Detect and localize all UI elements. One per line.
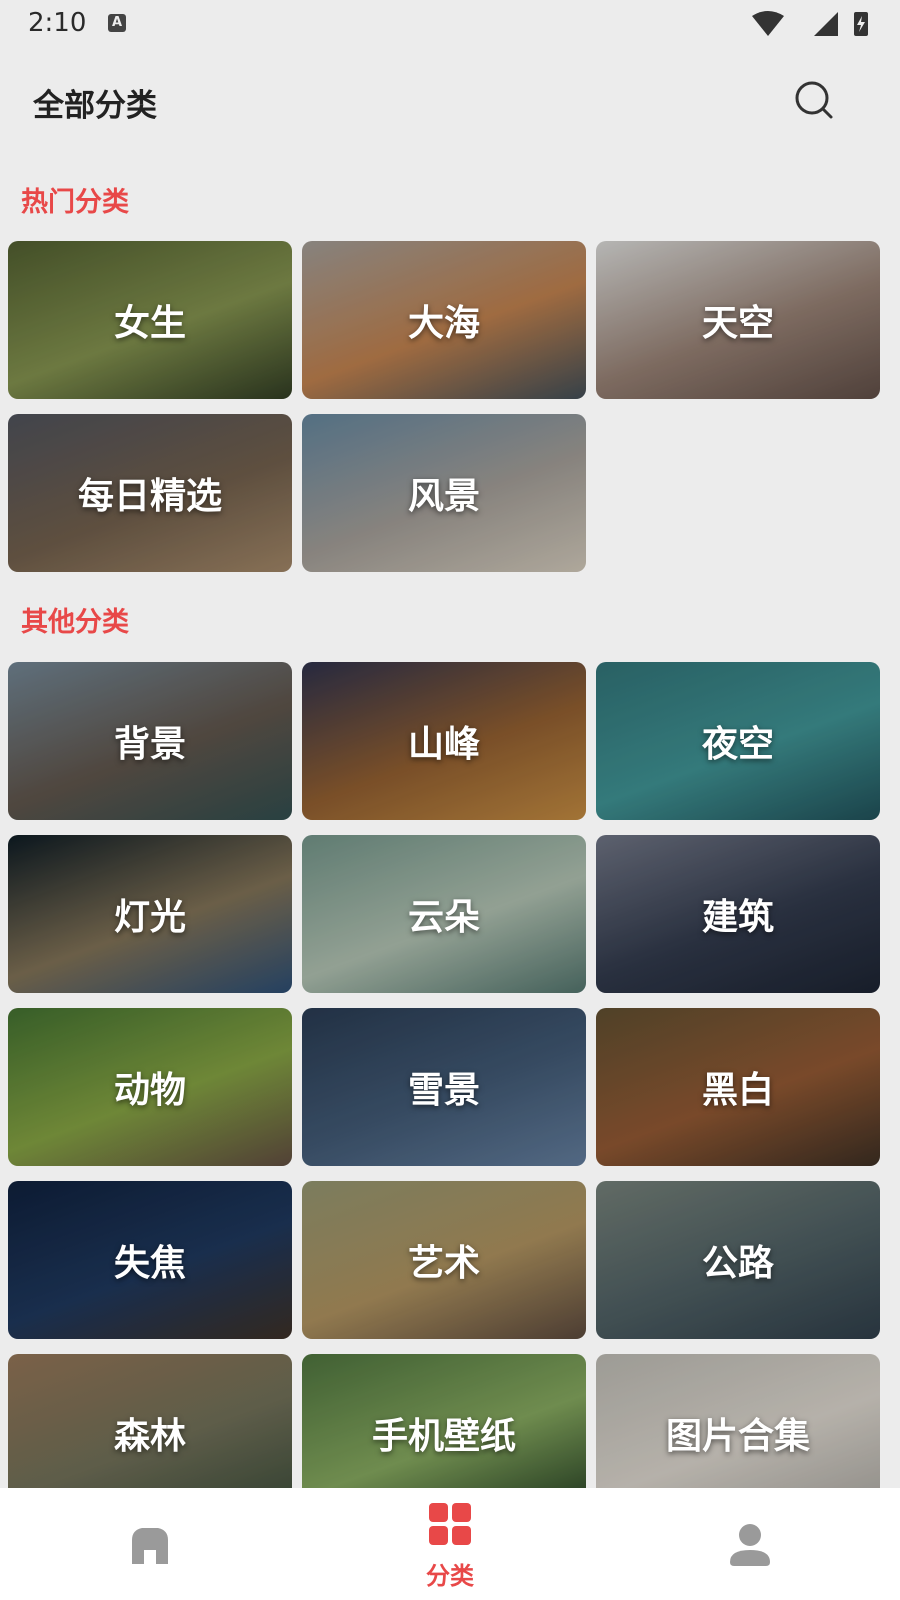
category-tile-label: 黑白 <box>701 1070 774 1111</box>
category-tile-label: 建筑 <box>701 897 774 938</box>
category-tile[interactable]: 背景 <box>8 662 292 820</box>
category-tile-label: 灯光 <box>113 897 186 938</box>
category-tile[interactable]: 灯光 <box>8 835 292 993</box>
category-tile-label: 艺术 <box>407 1243 480 1284</box>
other-section-title: 其他分类 <box>21 607 129 638</box>
category-tile[interactable]: 艺术 <box>302 1181 586 1339</box>
hot-section-title: 热门分类 <box>21 187 129 218</box>
category-tile[interactable]: 建筑 <box>596 835 880 993</box>
user-icon <box>730 1524 770 1566</box>
category-tile-label: 女生 <box>113 303 186 344</box>
category-tile-label: 夜空 <box>701 724 774 765</box>
category-tile[interactable]: 女生 <box>8 241 292 399</box>
status-time: 2:10 <box>28 8 87 38</box>
nav-home[interactable] <box>0 1488 300 1600</box>
category-tile[interactable]: 天空 <box>596 241 880 399</box>
category-tile[interactable]: 动物 <box>8 1008 292 1166</box>
notification-icon: A <box>108 14 126 32</box>
wifi-icon <box>752 11 784 36</box>
category-tile[interactable]: 失焦 <box>8 1181 292 1339</box>
category-tile-label: 大海 <box>407 303 480 344</box>
status-bar: 2:10 A <box>0 0 900 48</box>
bottom-nav: 分类 <box>0 1488 900 1600</box>
category-tile[interactable]: 黑白 <box>596 1008 880 1166</box>
category-tile[interactable]: 每日精选 <box>8 414 292 572</box>
category-tile-label: 公路 <box>701 1243 774 1284</box>
nav-category-label: 分类 <box>426 1562 474 1590</box>
category-tile-label: 云朵 <box>407 897 480 938</box>
category-tile[interactable]: 云朵 <box>302 835 586 993</box>
search-icon[interactable] <box>794 80 834 120</box>
category-tile[interactable]: 风景 <box>302 414 586 572</box>
category-tile[interactable]: 公路 <box>596 1181 880 1339</box>
home-icon <box>132 1528 168 1564</box>
category-tile-label: 动物 <box>113 1070 186 1111</box>
header: 全部分类 <box>0 60 900 146</box>
category-tile-label: 失焦 <box>113 1243 186 1284</box>
category-grid-icon <box>429 1503 471 1545</box>
category-tile[interactable]: 夜空 <box>596 662 880 820</box>
category-tile[interactable]: 雪景 <box>302 1008 586 1166</box>
category-tile-label: 风景 <box>407 476 480 517</box>
category-tile[interactable]: 大海 <box>302 241 586 399</box>
nav-category[interactable]: 分类 <box>300 1488 600 1600</box>
category-tile[interactable]: 山峰 <box>302 662 586 820</box>
signal-icon <box>814 12 838 36</box>
category-tile-label: 雪景 <box>407 1070 480 1111</box>
category-tile-label: 每日精选 <box>77 476 222 517</box>
category-tile-label: 山峰 <box>407 724 480 765</box>
category-tile-label: 背景 <box>113 724 186 765</box>
category-tile-label: 天空 <box>701 303 774 344</box>
status-icons <box>752 11 868 36</box>
nav-profile[interactable] <box>600 1488 900 1600</box>
page-title: 全部分类 <box>33 88 157 124</box>
